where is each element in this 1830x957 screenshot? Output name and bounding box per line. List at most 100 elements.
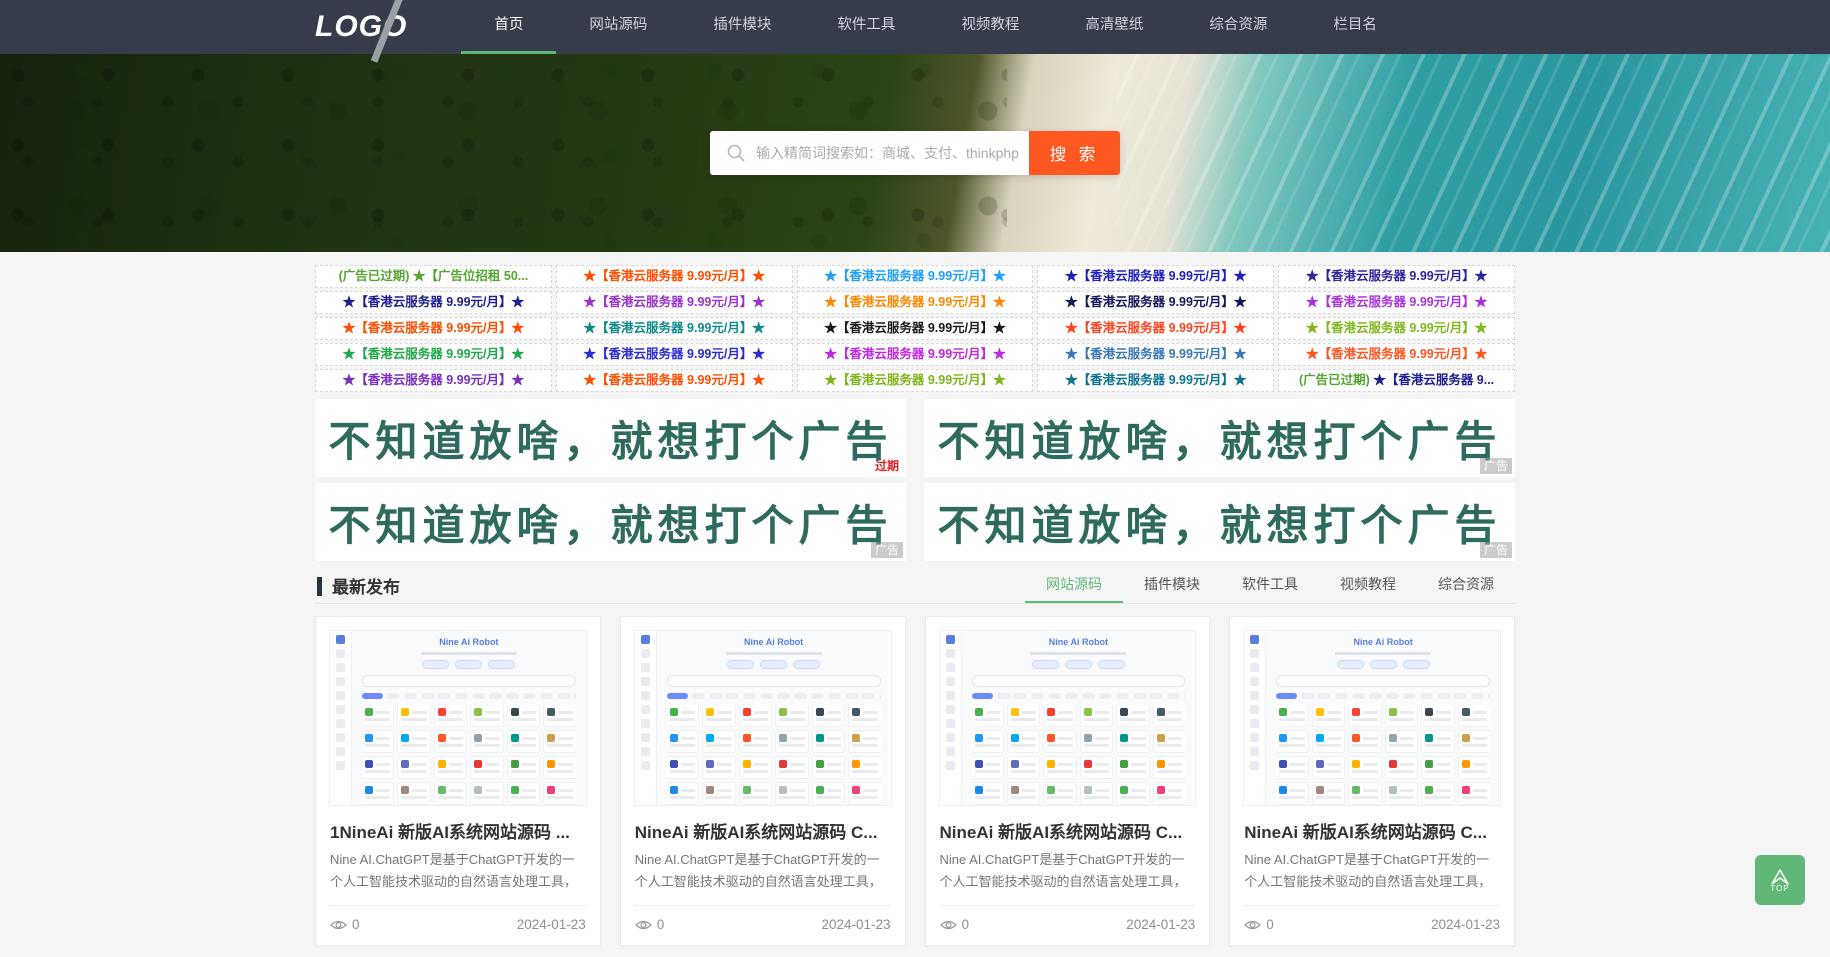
mock-text-line: [558, 788, 573, 792]
mock-app-icon: [974, 734, 983, 742]
ad-link[interactable]: ★【香港云服务器 9.99元/月】★: [796, 291, 1034, 314]
ad-link[interactable]: ★【香港云服务器 9.99元/月】★: [796, 317, 1034, 340]
mock-sidebar-icon: [945, 761, 955, 770]
ad-link-text: ★【香港云服务器 9.99元/月】★: [824, 373, 1006, 387]
resource-card[interactable]: Nine Ai Robot NineAi 新版AI系统网站源码 C... Nine …: [1229, 616, 1515, 946]
search-input[interactable]: [756, 145, 1029, 161]
mock-text-line: [1363, 710, 1378, 714]
mock-text-line: [1352, 718, 1378, 721]
mock-text-line: [547, 718, 573, 721]
card-title[interactable]: NineAi 新版AI系统网站源码 C...: [940, 818, 1196, 843]
logo[interactable]: LOGO: [315, 0, 433, 63]
banner-ad[interactable]: 不知道放啥，就想打个广告 过期: [315, 399, 906, 477]
mock-app-card-head: [779, 734, 805, 742]
ad-link[interactable]: ★【香港云服务器 9.99元/月】★: [315, 343, 552, 366]
tab-软件工具[interactable]: 软件工具: [1221, 569, 1319, 603]
ad-link[interactable]: ★【香港云服务器 9.99元/月】★: [555, 265, 793, 288]
mock-app-card-head: [779, 786, 805, 794]
mock-app-card-head: [1010, 734, 1037, 742]
nav-item[interactable]: 视频教程: [928, 0, 1052, 54]
ad-link[interactable]: ★【香港云服务器 9.99元/月】★: [1278, 343, 1515, 366]
back-to-top-button[interactable]: TOP: [1755, 855, 1805, 905]
banner-badge: 广告: [870, 542, 903, 558]
banner-ad[interactable]: 不知道放啥，就想打个广告 广告: [315, 483, 906, 561]
ad-link[interactable]: (广告已过期) ★【广告位招租 50...: [315, 265, 552, 288]
mock-app-card-body: [742, 744, 769, 747]
ad-link[interactable]: ★【香港云服务器 9.99元/月】★: [1037, 317, 1275, 340]
card-thumbnail[interactable]: Nine Ai Robot: [316, 617, 600, 810]
ad-link[interactable]: ★【香港云服务器 9.99元/月】★: [796, 343, 1034, 366]
eye-icon: [330, 920, 347, 929]
mock-app-card-body: [1352, 744, 1378, 747]
tab-视频教程[interactable]: 视频教程: [1319, 569, 1417, 603]
ad-link-text: (广告已过期): [1299, 373, 1374, 387]
mock-app-icon: [852, 734, 861, 742]
resource-card[interactable]: Nine Ai Robot 1NineAi 新版AI系统网站源码 ... Nine …: [315, 616, 601, 946]
mock-app-card-head: [974, 760, 1000, 768]
ad-link[interactable]: ★【香港云服务器 9.99元/月】★: [796, 369, 1034, 392]
resource-card[interactable]: Nine Ai Robot NineAi 新版AI系统网站源码 C... Nine …: [619, 616, 906, 946]
banner-ad[interactable]: 不知道放啥，就想打个广告 广告: [924, 483, 1515, 561]
card-thumbnail[interactable]: Nine Ai Robot: [926, 617, 1210, 810]
card-title[interactable]: NineAi 新版AI系统网站源码 C...: [635, 818, 891, 843]
mock-sidebar-icon: [945, 635, 955, 644]
ad-link[interactable]: ★【香港云服务器 9.99元/月】★: [555, 343, 793, 366]
mock-app-card-head: [474, 734, 500, 742]
mock-app-card-body: [437, 796, 464, 799]
ad-link[interactable]: ★【香港云服务器 9.99元/月】★: [1278, 265, 1515, 288]
tab-插件模块[interactable]: 插件模块: [1123, 569, 1221, 603]
ad-link[interactable]: ★【香港云服务器 9.99元/月】★: [1037, 265, 1275, 288]
mock-app-icon: [474, 708, 483, 716]
ad-link[interactable]: ★【香港云服务器 9.99元/月】★: [1037, 291, 1275, 314]
ad-link[interactable]: ★【香港云服务器 9.99元/月】★: [315, 317, 552, 340]
resource-card[interactable]: Nine Ai Robot NineAi 新版AI系统网站源码 C... Nine …: [924, 616, 1211, 946]
mock-app-card: [1007, 757, 1040, 778]
tab-综合资源[interactable]: 综合资源: [1417, 569, 1515, 603]
nav-item[interactable]: 首页: [461, 0, 557, 54]
mock-app-card-body: [974, 770, 1000, 773]
card-title[interactable]: NineAi 新版AI系统网站源码 C...: [1244, 818, 1500, 843]
nav-item[interactable]: 栏目名: [1300, 0, 1410, 54]
mock-filter-pill: [438, 693, 451, 699]
nav-item[interactable]: 高清壁纸: [1052, 0, 1176, 54]
nav-item[interactable]: 综合资源: [1176, 0, 1300, 54]
mock-app-card-head: [1120, 708, 1146, 716]
nav-item[interactable]: 插件模块: [680, 0, 804, 54]
mock-app-card-head: [510, 786, 537, 794]
card-footer: 0 2024-01-23: [634, 905, 891, 945]
ad-link[interactable]: ★【香港云服务器 9.99元/月】★: [555, 317, 793, 340]
tab-网站源码[interactable]: 网站源码: [1025, 569, 1123, 603]
ad-link[interactable]: ★【香港云服务器 9.99元/月】★: [796, 265, 1034, 288]
banner-ad[interactable]: 不知道放啥，就想打个广告 广告: [924, 399, 1515, 477]
ad-link[interactable]: (广告已过期) ★【香港云服务器 9...: [1278, 369, 1515, 392]
ad-link[interactable]: ★【香港云服务器 9.99元/月】★: [555, 369, 793, 392]
ad-link[interactable]: ★【香港云服务器 9.99元/月】★: [1278, 291, 1515, 314]
nav-item[interactable]: 网站源码: [556, 0, 680, 54]
mock-app-card-head: [1047, 760, 1073, 768]
ad-link[interactable]: ★【香港云服务器 9.99元/月】★: [1278, 317, 1515, 340]
mock-text-line: [521, 736, 537, 740]
mock-app-card-head: [706, 760, 732, 768]
publish-date: 2024-01-23: [1430, 917, 1500, 932]
navbar: LOGO 首页 网站源码 插件模块 软件工具 视频教程 高清壁纸 综合资源 栏目名: [0, 0, 1830, 63]
mock-app-icon: [974, 760, 983, 768]
mock-app-card-head: [1156, 734, 1183, 742]
mock-subtitle-line: [1335, 652, 1432, 655]
mock-app-card: [971, 705, 1003, 726]
ad-link[interactable]: ★【香港云服务器 9.99元/月】★: [315, 291, 552, 314]
card-title[interactable]: 1NineAi 新版AI系统网站源码 ...: [330, 818, 586, 843]
mock-app-card-body: [1120, 718, 1146, 721]
card-thumbnail[interactable]: Nine Ai Robot: [1230, 617, 1514, 810]
nav-item[interactable]: 软件工具: [804, 0, 928, 54]
card-footer: 0 2024-01-23: [1244, 905, 1500, 945]
view-count-number: 0: [961, 917, 970, 932]
ad-link[interactable]: ★【香港云服务器 9.99元/月】★: [315, 369, 552, 392]
mock-app-card-body: [974, 744, 1000, 747]
mock-filter-pill: [1369, 693, 1383, 699]
mock-app-card-head: [1083, 708, 1110, 716]
search-button[interactable]: 搜 索: [1029, 131, 1120, 175]
ad-link[interactable]: ★【香港云服务器 9.99元/月】★: [1037, 369, 1275, 392]
ad-link[interactable]: ★【香港云服务器 9.99元/月】★: [555, 291, 793, 314]
card-thumbnail[interactable]: Nine Ai Robot: [621, 617, 905, 810]
ad-link[interactable]: ★【香港云服务器 9.99元/月】★: [1037, 343, 1275, 366]
